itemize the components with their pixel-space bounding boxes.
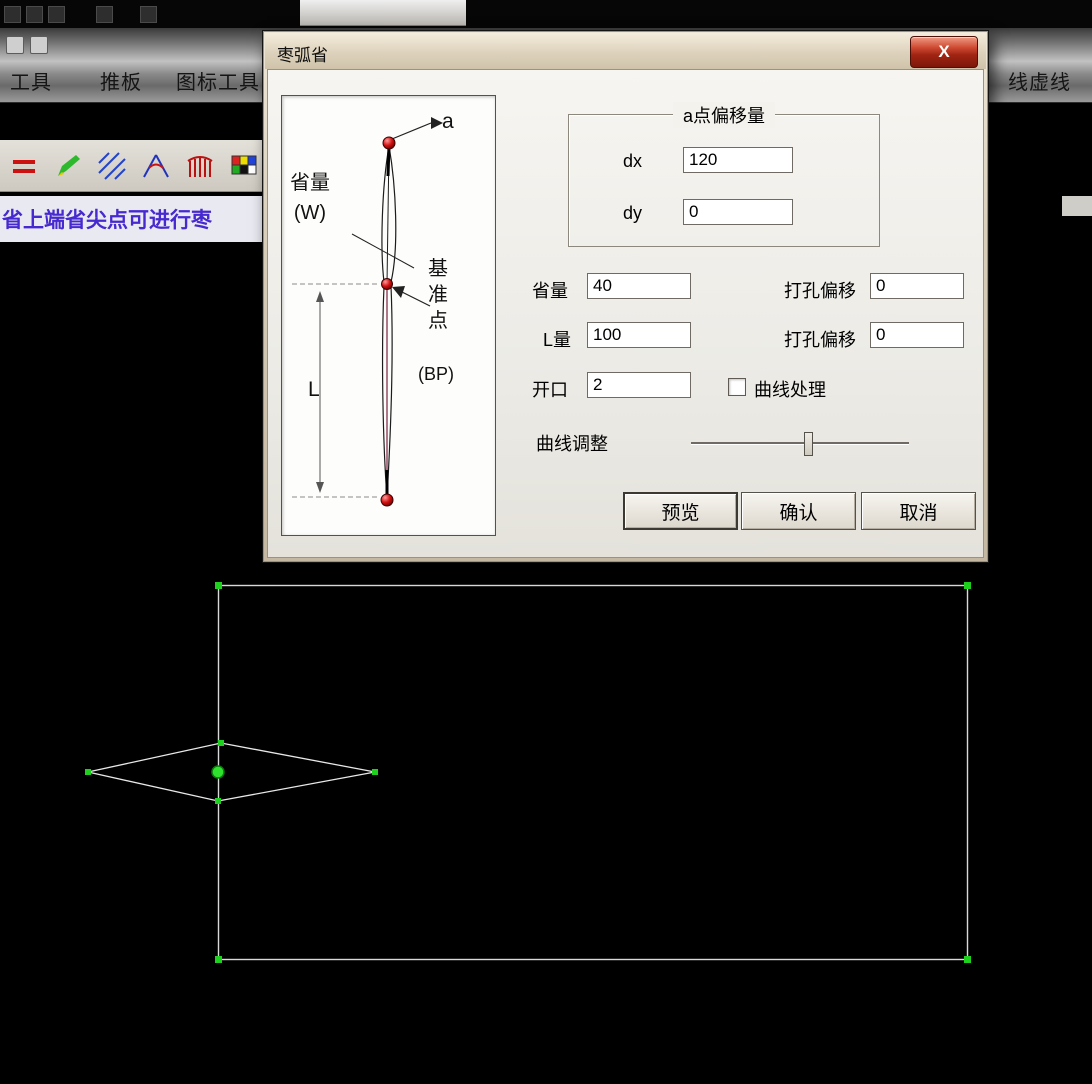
palette-icon[interactable] [226,148,262,184]
punch-offset2-input[interactable] [870,322,964,348]
menu-item-tools[interactable]: 工具 [10,66,52,95]
close-button[interactable]: X [910,36,978,68]
handle-bottom-left[interactable] [215,956,222,963]
dart-amount-input[interactable] [587,273,691,299]
dart-amount-label: 省量 [532,277,568,303]
taskbar-icon[interactable] [140,6,157,23]
taskbar-icon[interactable] [96,6,113,23]
preview-base-point-label: 基准点 [428,256,452,334]
equals-icon[interactable] [6,148,42,184]
handle-bottom-right[interactable] [964,956,971,963]
handle-top-right[interactable] [964,582,971,589]
app-icon[interactable] [30,36,48,54]
l-amount-input[interactable] [587,322,691,348]
top-window-strip [0,0,1092,28]
a-point-offset-group: a点偏移量 dx dy [568,114,880,247]
handle-dart-bottom[interactable] [215,798,221,804]
dx-label: dx [623,151,642,172]
menu-item-line-style[interactable]: 线虚线 [1008,66,1071,95]
preview-button[interactable]: 预览 [623,492,738,530]
curve-adjust-label: 曲线调整 [536,430,608,456]
punch-offset2-label: 打孔偏移 [784,326,856,352]
pencil-icon[interactable] [50,148,86,184]
taskbar-icon[interactable] [4,6,21,23]
toolbar [0,140,262,192]
close-icon: X [938,42,949,62]
comb-icon[interactable] [182,148,218,184]
preview-base-point-abbr: (BP) [418,364,454,385]
app-screen: 工具 推板 图标工具 线虚线 [0,0,1092,1084]
confirm-button[interactable]: 确认 [741,492,856,530]
handle-dart-left[interactable] [85,769,91,775]
taskbar-icon[interactable] [48,6,65,23]
pattern-rectangle[interactable] [219,586,968,960]
menu-item-grading[interactable]: 推板 [100,66,142,95]
handle-dart-right[interactable] [372,769,378,775]
background-window-fragment [300,0,466,26]
a-point-offset-title: a点偏移量 [673,102,775,128]
dialog-titlebar[interactable]: 枣弧省 X [265,33,986,69]
menu-item-icon-tools[interactable]: 图标工具 [176,66,260,95]
curve-adjust-slider[interactable] [691,442,909,444]
preview-dart-amount-label: 省量 [290,168,330,198]
arc-dart-dialog: 枣弧省 X [262,30,989,563]
punch-offset1-label: 打孔偏移 [784,277,856,303]
dy-input[interactable] [683,199,793,225]
punch-offset1-input[interactable] [870,273,964,299]
hatch-icon[interactable] [94,148,130,184]
preview-dart-amount-unit: (W) [290,198,330,228]
dart-diamond[interactable] [88,743,375,801]
l-amount-label: L量 [543,326,571,352]
dialog-body: a 省量 (W) 基准点 (BP) L a点偏移量 dx dy 省量 打孔偏移 [267,69,984,558]
handle-top-left[interactable] [215,582,222,589]
dart-diagram [282,96,495,535]
curve-adjust-slider-thumb[interactable] [804,432,813,456]
opening-input[interactable] [587,372,691,398]
status-bar: 省上端省尖点可进行枣 [0,196,262,242]
app-icon[interactable] [6,36,24,54]
status-hint-text: 省上端省尖点可进行枣 [0,204,212,234]
cancel-button[interactable]: 取消 [861,492,976,530]
curve-process-checkbox[interactable] [728,378,746,396]
preview-l-label: L [308,378,320,402]
curve-process-label: 曲线处理 [754,376,826,402]
dart-preview-panel: a 省量 (W) 基准点 (BP) L [281,95,496,536]
protractor-icon[interactable] [138,148,174,184]
preview-a-label: a [442,110,454,134]
background-window-fragment [1062,196,1092,216]
dart-base-point[interactable] [212,766,224,778]
dx-input[interactable] [683,147,793,173]
handle-dart-top[interactable] [218,740,224,746]
opening-label: 开口 [532,376,568,402]
dy-label: dy [623,203,642,224]
dialog-title: 枣弧省 [277,41,328,66]
taskbar-icon[interactable] [26,6,43,23]
